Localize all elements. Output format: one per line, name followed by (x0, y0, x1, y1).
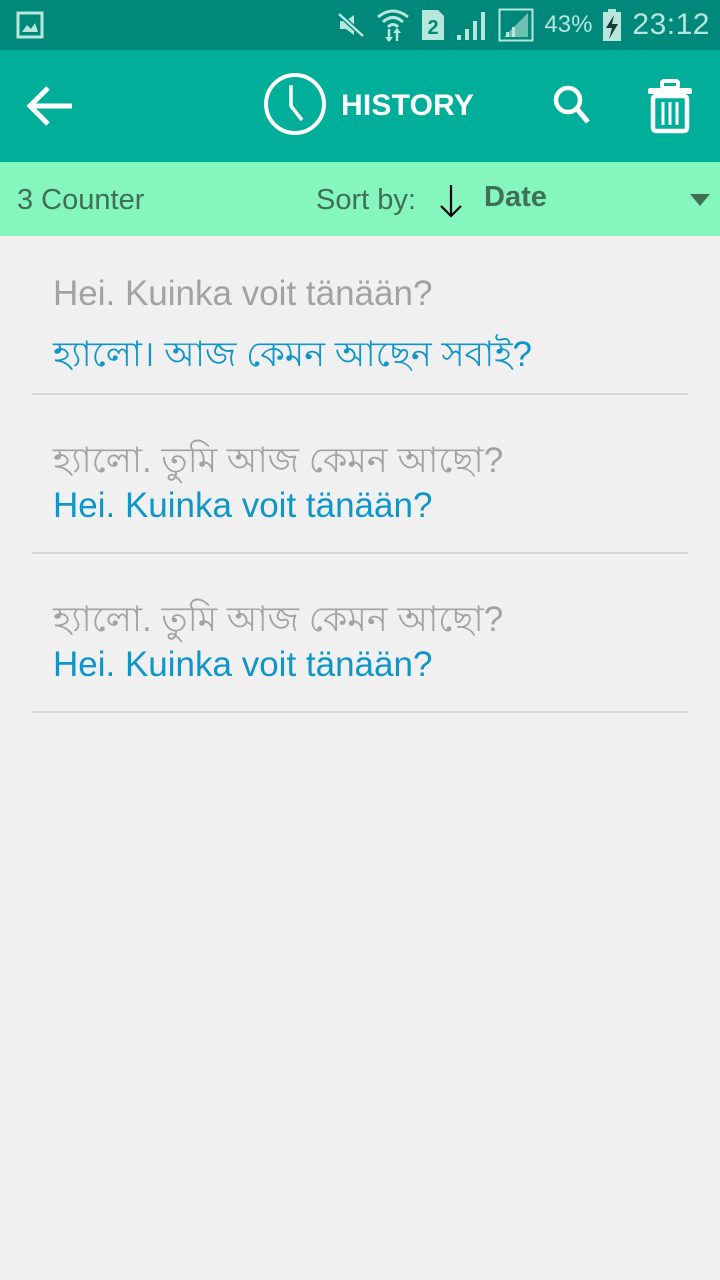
source-text: হ্যালো. তুমি আজ কেমন আছো? (53, 441, 504, 480)
history-item[interactable]: হ্যালো. তুমি আজ কেমন আছো? Hei. Kuinka vo… (32, 395, 688, 554)
search-button[interactable] (548, 80, 598, 130)
sort-select[interactable]: Date (484, 181, 547, 214)
translation-text: Hei. Kuinka voit tänään? (53, 486, 433, 525)
sim-2-icon: 2 (420, 8, 446, 42)
mute-icon (336, 11, 366, 39)
sort-direction-arrow-icon[interactable] (436, 182, 466, 220)
signal-icon (456, 9, 488, 41)
status-icons: 2 43% 23:12 (336, 0, 710, 50)
history-item[interactable]: Hei. Kuinka voit tänään? হ্যালো। আজ কেমন… (32, 236, 688, 395)
svg-text:2: 2 (428, 17, 439, 39)
gallery-notification-icon (16, 11, 44, 39)
signal-roaming-icon (498, 8, 534, 42)
search-icon (553, 85, 590, 124)
title-text: HISTORY (341, 89, 475, 122)
clock-time: 23:12 (632, 8, 710, 41)
sort-label: Sort by: (316, 184, 416, 216)
history-counter: 3 Counter (17, 184, 145, 216)
battery-charging-icon (602, 8, 622, 42)
wifi-icon (376, 7, 410, 43)
back-arrow-icon (26, 86, 72, 126)
battery-percent: 43% (544, 11, 593, 38)
source-text: Hei. Kuinka voit tänään? (53, 274, 433, 313)
history-item[interactable]: হ্যালো. তুমি আজ কেমন আছো? Hei. Kuinka vo… (32, 554, 688, 713)
dropdown-triangle-icon[interactable] (690, 194, 710, 208)
source-text: হ্যালো. তুমি আজ কেমন আছো? (53, 600, 504, 639)
trash-icon (648, 79, 692, 134)
clock-icon (263, 72, 327, 141)
back-button[interactable] (20, 80, 80, 132)
page-title: HISTORY (263, 72, 475, 141)
history-list: Hei. Kuinka voit tänään? হ্যালো। আজ কেমন… (0, 236, 720, 713)
status-bar: 2 43% 23:12 (0, 0, 720, 50)
sort-bar: 3 Counter Sort by: Date (0, 162, 720, 236)
translation-text: Hei. Kuinka voit tänään? (53, 645, 433, 684)
toolbar: HISTORY (0, 50, 720, 162)
delete-all-button[interactable] (644, 78, 696, 134)
translation-text: হ্যালো। আজ কেমন আছেন সবাই? (53, 335, 532, 374)
